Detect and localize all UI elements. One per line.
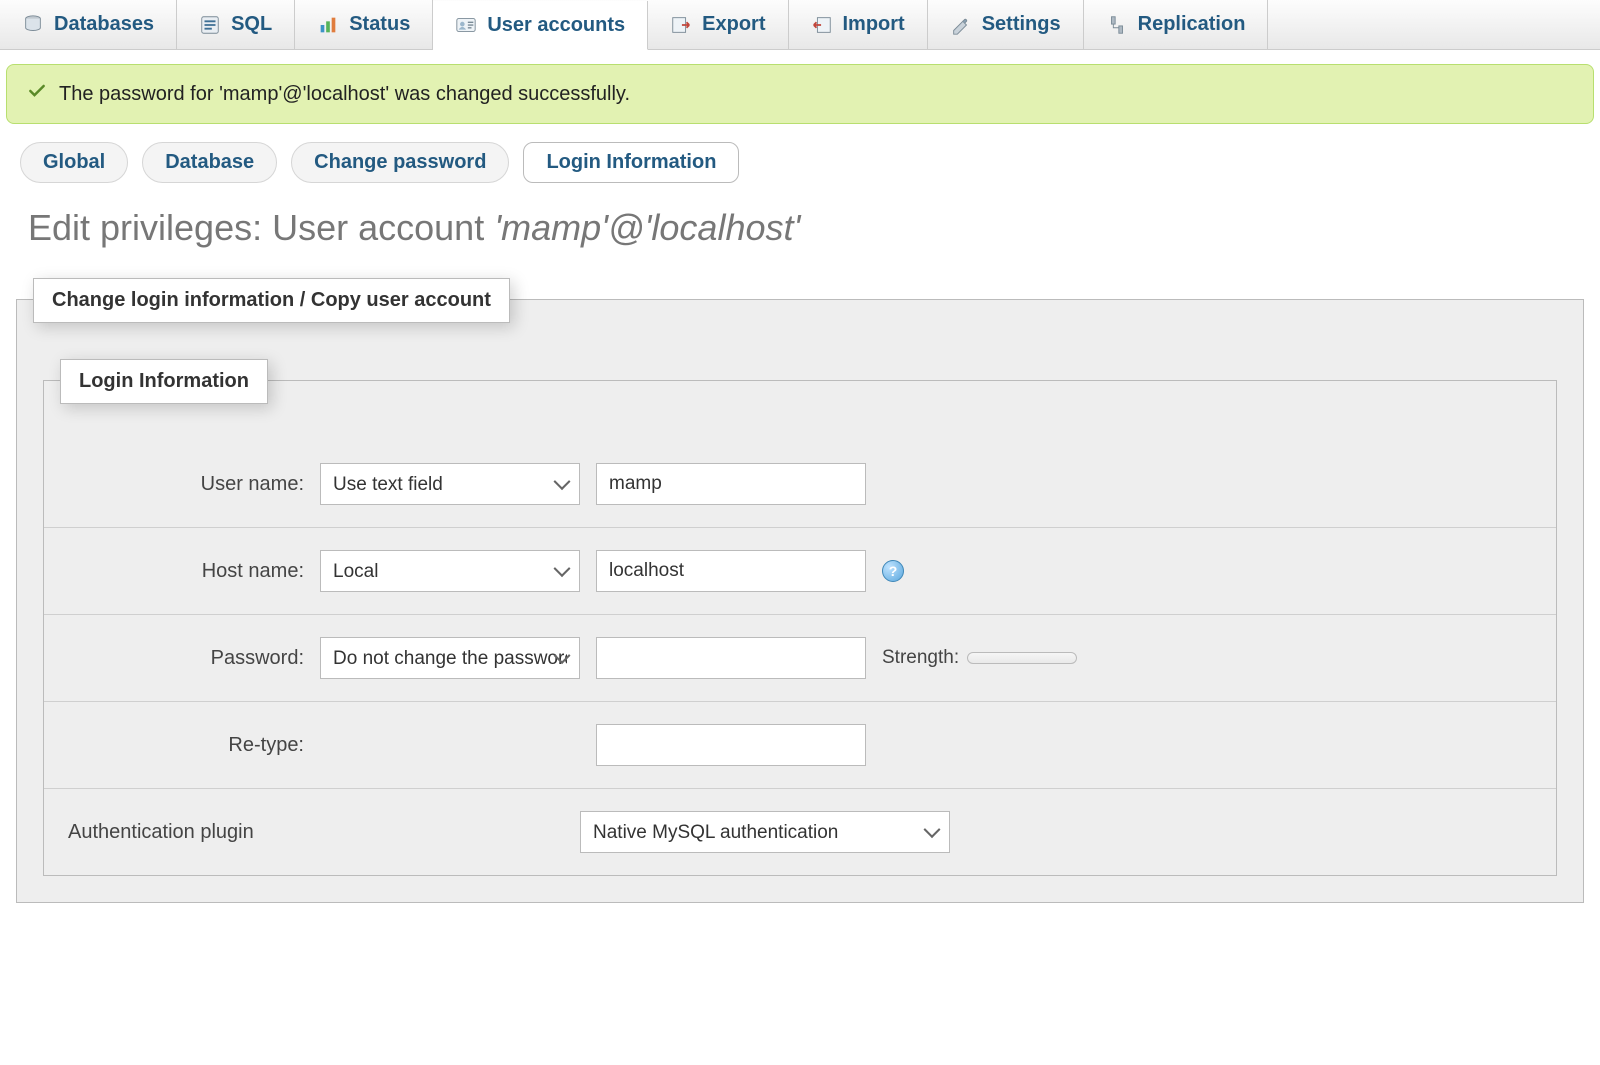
hostname-label: Host name: [64,560,304,583]
retype-label: Re-type: [64,734,304,757]
sub-tabs: Global Database Change password Login In… [0,124,1600,183]
replication-icon [1106,14,1128,36]
tab-replication[interactable]: Replication [1084,0,1269,49]
tab-databases[interactable]: Databases [0,0,177,49]
hostname-mode-select[interactable]: Local [320,550,580,592]
subtab-login-information[interactable]: Login Information [523,142,739,183]
help-icon[interactable]: ? [882,560,904,582]
username-mode-select[interactable]: Use text field [320,463,580,505]
row-auth-plugin: Authentication plugin Native MySQL authe… [44,789,1556,875]
password-mode-select[interactable]: Do not change the password [320,637,580,679]
inner-legend: Login Information [60,359,268,404]
sql-icon [199,14,221,36]
username-label: User name: [64,473,304,496]
login-information-fieldset: Login Information User name: Use text fi… [43,380,1557,876]
page-title: Edit privileges: User account 'mamp'@'lo… [0,183,1600,259]
subtab-change-password[interactable]: Change password [291,142,509,183]
tab-label: SQL [231,13,272,36]
password-input[interactable] [596,637,866,679]
subtab-database[interactable]: Database [142,142,277,183]
strength-label: Strength: [882,647,959,669]
retype-input[interactable] [596,724,866,766]
users-icon [455,14,477,36]
check-icon [27,81,47,107]
strength-meter [967,652,1077,664]
tab-label: Replication [1138,13,1246,36]
change-login-fieldset: Change login information / Copy user acc… [16,299,1584,903]
tab-import[interactable]: Import [789,0,928,49]
status-icon [317,14,339,36]
tab-label: Status [349,13,410,36]
tab-status[interactable]: Status [295,0,433,49]
subtab-global[interactable]: Global [20,142,128,183]
row-hostname: Host name: Local ? [44,528,1556,615]
success-notice: The password for 'mamp'@'localhost' was … [6,64,1594,124]
row-username: User name: Use text field [44,441,1556,528]
import-icon [811,14,833,36]
top-tabs: Databases SQL Status User accounts Expor… [0,0,1600,50]
username-input[interactable] [596,463,866,505]
hostname-input[interactable] [596,550,866,592]
tab-label: Export [702,13,765,36]
export-icon [670,14,692,36]
tab-label: Settings [982,13,1061,36]
settings-icon [950,14,972,36]
database-icon [22,14,44,36]
tab-sql[interactable]: SQL [177,0,295,49]
account-name: 'mamp'@'localhost' [494,207,800,248]
tab-export[interactable]: Export [648,0,788,49]
row-retype: Re-type: [44,702,1556,789]
tab-settings[interactable]: Settings [928,0,1084,49]
outer-legend: Change login information / Copy user acc… [33,278,510,323]
password-label: Password: [64,647,304,670]
row-password: Password: Do not change the password Str… [44,615,1556,702]
auth-plugin-label: Authentication plugin [64,821,564,844]
success-text: The password for 'mamp'@'localhost' was … [59,83,630,106]
tab-user-accounts[interactable]: User accounts [433,1,648,50]
tab-label: Import [843,13,905,36]
auth-plugin-select[interactable]: Native MySQL authentication [580,811,950,853]
password-strength: Strength: [882,647,1536,669]
tab-label: Databases [54,13,154,36]
tab-label: User accounts [487,14,625,37]
